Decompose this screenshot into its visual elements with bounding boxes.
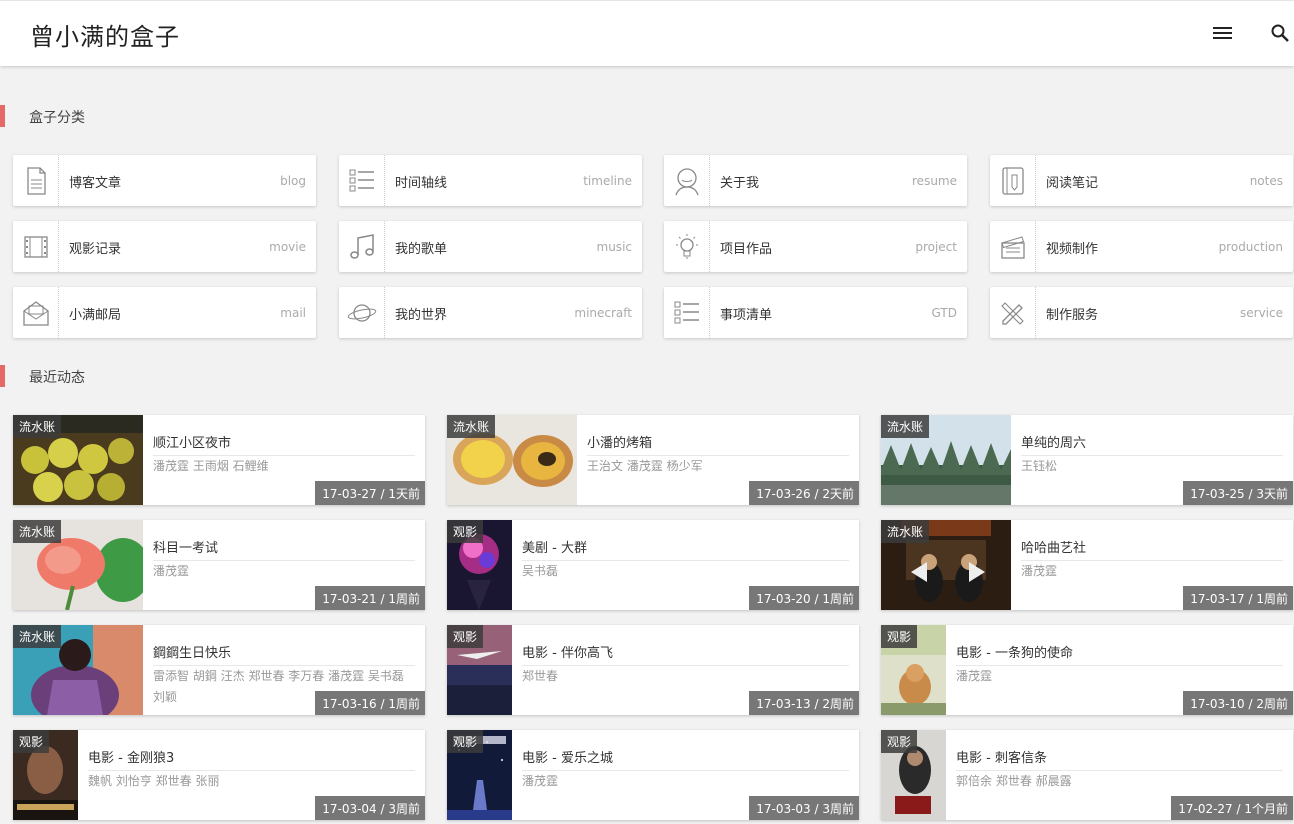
- feed-card[interactable]: 流水账 小潘的烤箱 王治文 潘茂霆 杨少军 17-03-26 / 2天前: [447, 415, 859, 505]
- feed-people: 潘茂霆: [153, 564, 190, 578]
- checklist-icon: [339, 155, 385, 206]
- feed-card[interactable]: 流水账 哈哈曲艺社 潘茂霆 17-03-17 / 1周前: [881, 520, 1293, 610]
- feed-title[interactable]: 电影 - 一条狗的使命: [956, 642, 1283, 666]
- site-title[interactable]: 曾小满的盒子: [30, 17, 180, 52]
- person-icon: [664, 155, 710, 206]
- category-project[interactable]: 项目作品 project: [664, 221, 967, 272]
- category-gtd[interactable]: 事项清单 GTD: [664, 287, 967, 338]
- feed-date: 17-03-03 / 3周前: [749, 796, 859, 820]
- feed-people: 吴书磊: [522, 564, 559, 578]
- feed-date: 17-02-27 / 1个月前: [1171, 796, 1293, 820]
- feed-people: 王钰松: [1021, 459, 1058, 473]
- feed-card[interactable]: 观影 电影 - 一条狗的使命 潘茂霆 17-03-10 / 2周前: [881, 625, 1293, 715]
- category-blog[interactable]: 博客文章 blog: [13, 155, 316, 206]
- feed-title[interactable]: 小潘的烤箱: [587, 432, 849, 456]
- feed-title[interactable]: 哈哈曲艺社: [1021, 537, 1283, 561]
- feed-date: 17-03-25 / 3天前: [1183, 481, 1293, 505]
- music-note-icon: [339, 221, 385, 272]
- feed-card[interactable]: 流水账 单纯的周六 王钰松 17-03-25 / 3天前: [881, 415, 1293, 505]
- feed-title[interactable]: 电影 - 金刚狼3: [88, 747, 415, 771]
- feed-title[interactable]: 电影 - 伴你高飞: [522, 642, 849, 666]
- feed-card[interactable]: 观影 电影 - 伴你高飞 郑世春 17-03-13 / 2周前: [447, 625, 859, 715]
- feed-card[interactable]: 观影 电影 - 刺客信条 郭倍余 郑世春 郝晨露 17-02-27 / 1个月前: [881, 730, 1293, 820]
- mailbox-icon: [13, 287, 59, 338]
- film-icon: [13, 221, 59, 272]
- feed-date: 17-03-27 / 1天前: [315, 481, 425, 505]
- feed-date: 17-03-17 / 1周前: [1183, 586, 1293, 610]
- category-tag: 流水账: [13, 520, 62, 543]
- feed-date: 17-03-26 / 2天前: [749, 481, 859, 505]
- feed-people: 郭倍余 郑世春 郝晨露: [956, 774, 1072, 788]
- document-icon: [13, 155, 59, 206]
- feed-date: 17-03-21 / 1周前: [315, 586, 425, 610]
- feed-people: 潘茂霆: [956, 669, 993, 683]
- recent-section-title: 最近动态: [0, 365, 85, 387]
- category-tag: 观影: [881, 625, 918, 648]
- category-tag: 流水账: [13, 625, 62, 648]
- feed-date: 17-03-13 / 2周前: [749, 691, 859, 715]
- feed-people: 潘茂霆 王雨烟 石鲤维: [153, 459, 269, 473]
- lightbulb-icon: [664, 221, 710, 272]
- category-notes[interactable]: 阅读笔记 notes: [990, 155, 1293, 206]
- feed-people: 郑世春: [522, 669, 559, 683]
- category-mail[interactable]: 小满邮局 mail: [13, 287, 316, 338]
- category-service[interactable]: 制作服务 service: [990, 287, 1293, 338]
- site-header: 曾小满的盒子: [0, 0, 1294, 66]
- category-tag: 流水账: [881, 415, 930, 438]
- feed-people: 潘茂霆: [522, 774, 559, 788]
- categories-section-title: 盒子分类: [0, 105, 85, 127]
- feed-date: 17-03-10 / 2周前: [1183, 691, 1293, 715]
- feed-people: 魏帆 刘怡亨 郑世春 张丽: [88, 774, 220, 788]
- category-tag: 流水账: [447, 415, 496, 438]
- menu-icon[interactable]: [1213, 24, 1235, 42]
- feed-title[interactable]: 鋼鋼生日快乐: [153, 642, 415, 666]
- category-tag: 流水账: [881, 520, 930, 543]
- feed-people: 潘茂霆: [1021, 564, 1058, 578]
- planet-icon: [339, 287, 385, 338]
- feed-title[interactable]: 单纯的周六: [1021, 432, 1283, 456]
- feed-date: 17-03-16 / 1周前: [315, 691, 425, 715]
- todo-list-icon: [664, 287, 710, 338]
- feed-title[interactable]: 电影 - 刺客信条: [956, 747, 1283, 771]
- feed-people: 王治文 潘茂霆 杨少军: [587, 459, 703, 473]
- search-icon[interactable]: [1268, 21, 1292, 45]
- feed-title[interactable]: 电影 - 爱乐之城: [522, 747, 849, 771]
- category-timeline[interactable]: 时间轴线 timeline: [339, 155, 642, 206]
- category-movie[interactable]: 观影记录 movie: [13, 221, 316, 272]
- feed-title[interactable]: 科目一考试: [153, 537, 415, 561]
- notebook-icon: [990, 155, 1036, 206]
- clapperboard-icon: [990, 221, 1036, 272]
- category-tag: 观影: [13, 730, 50, 753]
- category-resume[interactable]: 关于我 resume: [664, 155, 967, 206]
- category-minecraft[interactable]: 我的世界 minecraft: [339, 287, 642, 338]
- category-tag: 观影: [447, 730, 484, 753]
- category-tag: 观影: [447, 625, 484, 648]
- feed-card[interactable]: 流水账 顺江小区夜市 潘茂霆 王雨烟 石鲤维 17-03-27 / 1天前: [13, 415, 425, 505]
- category-tag: 流水账: [13, 415, 62, 438]
- feed-card[interactable]: 流水账 科目一考试 潘茂霆 17-03-21 / 1周前: [13, 520, 425, 610]
- pencil-ruler-icon: [990, 287, 1036, 338]
- feed-title[interactable]: 美剧 - 大群: [522, 537, 849, 561]
- category-tag: 观影: [447, 520, 484, 543]
- feed-card[interactable]: 观影 美剧 - 大群 吴书磊 17-03-20 / 1周前: [447, 520, 859, 610]
- feed-date: 17-03-20 / 1周前: [749, 586, 859, 610]
- feed-card[interactable]: 流水账 鋼鋼生日快乐 雷添智 胡鋼 汪杰 郑世春 李万春 潘茂霆 吴书磊 刘颖 …: [13, 625, 425, 715]
- category-music[interactable]: 我的歌单 music: [339, 221, 642, 272]
- feed-card[interactable]: 观影 电影 - 金刚狼3 魏帆 刘怡亨 郑世春 张丽 17-03-04 / 3周…: [13, 730, 425, 820]
- feed-title[interactable]: 顺江小区夜市: [153, 432, 415, 456]
- category-tag: 观影: [881, 730, 918, 753]
- category-production[interactable]: 视频制作 production: [990, 221, 1293, 272]
- feed-card[interactable]: 观影 电影 - 爱乐之城 潘茂霆 17-03-03 / 3周前: [447, 730, 859, 820]
- feed-date: 17-03-04 / 3周前: [315, 796, 425, 820]
